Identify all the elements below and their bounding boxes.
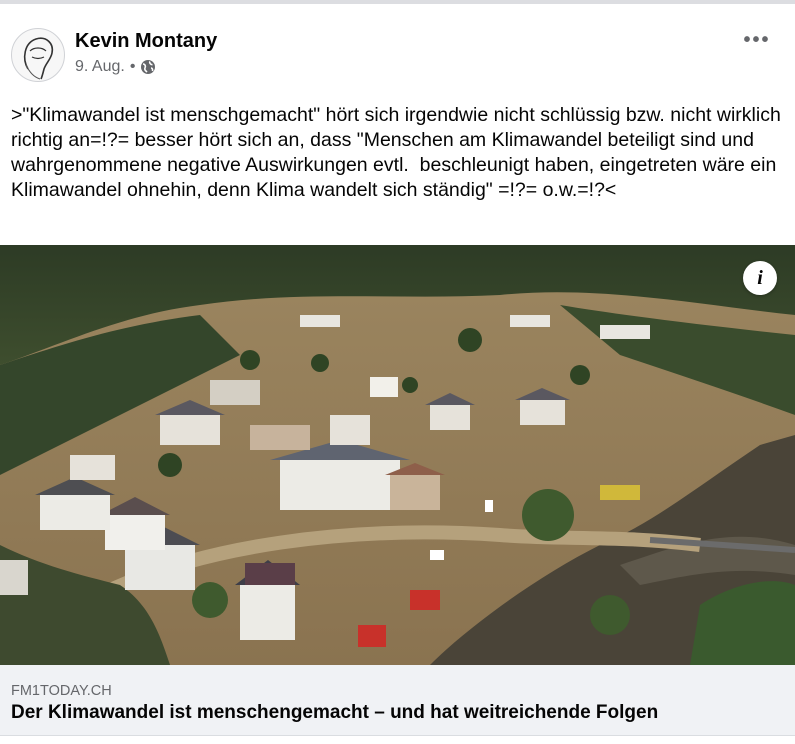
post-meta: 9. Aug. • (75, 58, 156, 76)
post-text: >"Klimawandel ist menschgemacht" hört si… (11, 104, 787, 201)
link-preview-card[interactable]: i FM1TODAY.CH Der Klimawandel ist mensch… (0, 245, 795, 736)
post-date[interactable]: 9. Aug. (75, 58, 125, 76)
meta-separator: • (129, 58, 136, 75)
top-divider (0, 0, 795, 4)
author-name[interactable]: Kevin Montany (75, 30, 217, 53)
link-preview-image[interactable]: i (0, 245, 795, 665)
avatar[interactable] (11, 28, 65, 82)
link-domain: FM1TODAY.CH (11, 683, 112, 699)
globe-icon (140, 59, 156, 75)
info-icon[interactable]: i (743, 261, 777, 295)
link-preview-footer[interactable]: FM1TODAY.CH Der Klimawandel ist menschen… (0, 665, 795, 736)
more-options-icon[interactable]: ••• (739, 29, 775, 51)
link-title[interactable]: Der Klimawandel ist menschengemacht – un… (11, 702, 658, 724)
